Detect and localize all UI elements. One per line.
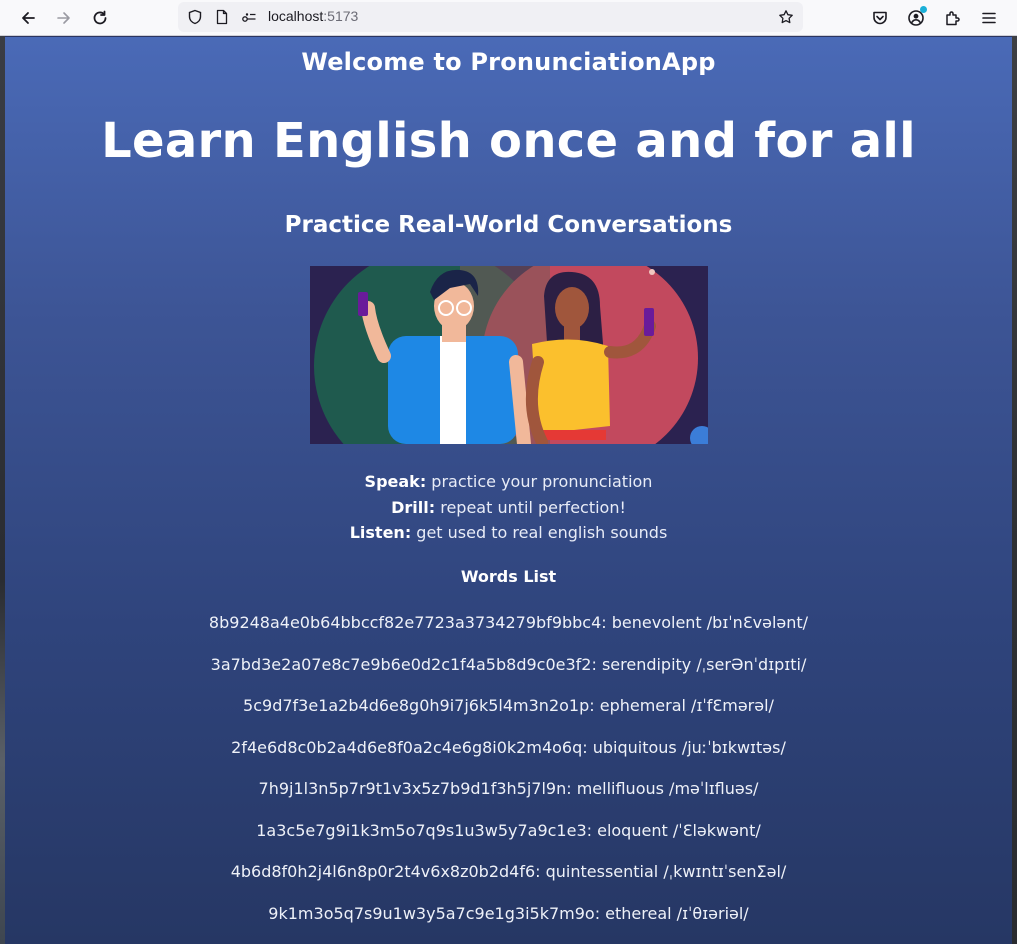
hero-title: Learn English once and for all xyxy=(101,113,916,169)
bookmark-star-icon[interactable] xyxy=(777,8,795,26)
reload-button[interactable] xyxy=(86,4,114,32)
list-item[interactable]: 1a3c5e7g9i1k3m5o7q9s1u3w5y7a9c1e3: eloqu… xyxy=(5,821,1012,863)
list-item[interactable]: 9k1m3o5q7s9u1w3y5a7c9e1g3i5k7m9o: ethere… xyxy=(5,904,1012,944)
puzzle-icon xyxy=(946,11,960,26)
connection-icon[interactable] xyxy=(240,8,258,26)
feature-label: Drill: xyxy=(391,497,436,517)
feature-label: Speak: xyxy=(364,472,427,491)
menu-button[interactable] xyxy=(976,5,1002,31)
list-item[interactable]: 3a7bd3e2a07e8c7e9b6e0d2c1f4a5b8d9c0e3f2:… xyxy=(5,655,1012,697)
url-port: :5173 xyxy=(323,8,359,24)
feature-drill: Drill: repeat until perfection! xyxy=(5,495,1012,521)
arrow-right-icon xyxy=(57,12,70,24)
list-item[interactable]: 7h9j1l3n5p7r9t1v3x5z7b9d1f3h5j7l9n: mell… xyxy=(5,779,1012,821)
section-subtitle: Practice Real-World Conversations xyxy=(284,212,733,238)
list-item[interactable]: 8b9248a4e0b64bbccf82e7723a3734279bf9bbc4… xyxy=(5,613,1012,655)
url-text[interactable]: localhost:5173 xyxy=(268,8,358,24)
page-content: Welcome to PronunciationApp Learn Englis… xyxy=(5,37,1012,944)
account-button[interactable] xyxy=(903,5,929,31)
people-with-phones-illustration xyxy=(310,248,714,484)
feature-speak: Speak: practice your pronunciation xyxy=(5,469,1012,495)
hamburger-menu-icon xyxy=(982,12,996,24)
reload-icon xyxy=(93,10,107,25)
pocket-button[interactable] xyxy=(867,5,893,31)
arrow-left-icon xyxy=(22,12,35,24)
shield-icon[interactable] xyxy=(186,8,204,26)
notification-dot xyxy=(920,6,927,13)
list-item[interactable]: 4b6d8f0h2j4l6n8p0r2t4v6x8z0b2d4f6: quint… xyxy=(5,862,1012,904)
extensions-button[interactable] xyxy=(940,5,966,31)
feature-listen: Listen: get used to real english sounds xyxy=(5,520,1012,546)
list-item[interactable]: 2f4e6d8c0b2a4d6e8f0a2c4e6g8i0k2m4o6q: ub… xyxy=(5,738,1012,780)
page-icon[interactable] xyxy=(213,8,231,26)
features-list: Speak: practice your pronunciation Drill… xyxy=(5,469,1012,546)
url-bar[interactable]: localhost:5173 xyxy=(178,2,803,32)
forward-button[interactable] xyxy=(50,4,78,32)
list-item[interactable]: 5c9d7f3e1a2b4d6e8g0h9i7j6k5l4m3n2o1p: ep… xyxy=(5,696,1012,738)
feature-text: practice your pronunciation xyxy=(426,472,653,491)
url-host: localhost xyxy=(268,8,324,24)
pocket-icon xyxy=(873,11,887,25)
browser-toolbar: localhost:5173 xyxy=(0,0,1017,36)
desktop-background-right xyxy=(1012,36,1017,944)
welcome-heading: Welcome to PronunciationApp xyxy=(301,48,716,76)
feature-text: repeat until perfection! xyxy=(435,497,626,517)
feature-label: Listen: xyxy=(349,523,412,542)
back-button[interactable] xyxy=(14,4,42,32)
words-list-title: Words List xyxy=(460,567,557,586)
feature-text: get used to real english sounds xyxy=(411,523,668,542)
words-list: 8b9248a4e0b64bbccf82e7723a3734279bf9bbc4… xyxy=(5,613,1012,944)
